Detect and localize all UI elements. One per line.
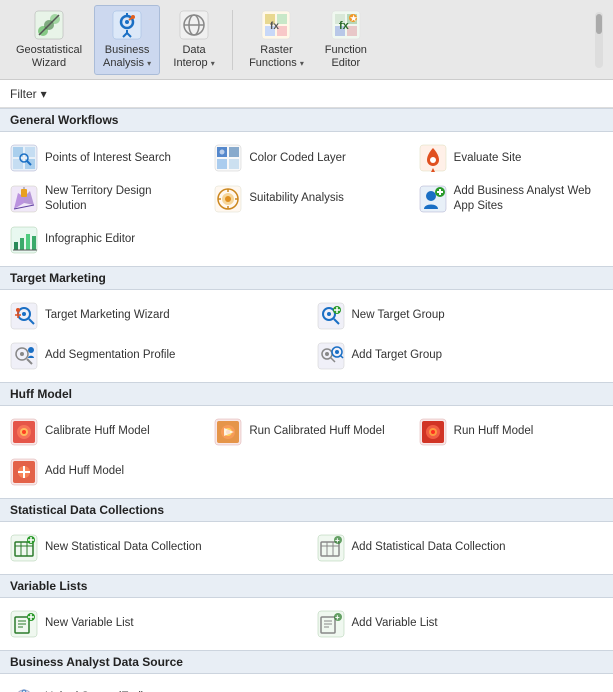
run-huff-label: Run Huff Model [454, 424, 534, 439]
color-coded-label: Color Coded Layer [249, 151, 346, 166]
data-source-icon [10, 684, 38, 692]
run-calibrated-huff-label: Run Calibrated Huff Model [249, 424, 384, 439]
add-target-label: Add Target Group [352, 348, 443, 363]
main-content: General Workflows Points of Interest Sea… [0, 108, 613, 692]
section-variable-lists: Variable Lists [0, 574, 613, 598]
new-variable-icon [10, 610, 38, 638]
add-ba-icon [419, 185, 447, 213]
svg-text:fx: fx [339, 20, 350, 32]
item-new-territory[interactable]: New Territory Design Solution [0, 178, 204, 220]
item-add-business-analyst[interactable]: Add Business Analyst Web App Sites [409, 178, 613, 220]
toolbar-raster-functions[interactable]: fx RasterFunctions ▾ [241, 5, 312, 75]
item-points-of-interest[interactable]: Points of Interest Search [0, 138, 204, 178]
filter-bar: Filter ▾ [0, 80, 613, 108]
item-add-segmentation-profile[interactable]: Add Segmentation Profile [0, 336, 307, 376]
section-statistical-data: Statistical Data Collections [0, 498, 613, 522]
add-target-icon [317, 342, 345, 370]
data-source-content: United States (Esri) Change data source [0, 674, 613, 692]
run-calibrated-huff-icon [214, 418, 242, 446]
statistical-data-grid: New Statistical Data Collection + Add St… [0, 522, 613, 574]
geostatistical-icon [33, 9, 65, 41]
variable-lists-grid: New Variable List + Add Variable List [0, 598, 613, 650]
item-add-statistical[interactable]: + Add Statistical Data Collection [307, 528, 613, 568]
item-run-calibrated-huff[interactable]: Run Calibrated Huff Model [204, 412, 408, 452]
data-source-item: United States (Esri) [10, 680, 603, 692]
section-huff-model: Huff Model [0, 382, 613, 406]
general-workflows-grid: Points of Interest Search Color Coded La… [0, 132, 613, 266]
function-editor-icon: fx ★ [330, 9, 362, 41]
evaluate-site-icon [419, 144, 447, 172]
svg-text:+: + [335, 536, 340, 545]
calibrate-huff-icon [10, 418, 38, 446]
color-coded-icon [214, 144, 242, 172]
add-variable-label: Add Variable List [352, 616, 438, 631]
geostatistical-label: GeostatisticalWizard [16, 44, 82, 70]
territory-label: New Territory Design Solution [45, 184, 194, 214]
function-editor-label: FunctionEditor [325, 44, 367, 70]
territory-icon [10, 185, 38, 213]
raster-functions-label: RasterFunctions ▾ [249, 44, 304, 70]
data-interop-icon [178, 9, 210, 41]
new-target-icon [317, 302, 345, 330]
new-target-label: New Target Group [352, 308, 445, 323]
poi-label: Points of Interest Search [45, 151, 171, 166]
item-new-statistical[interactable]: New Statistical Data Collection [0, 528, 307, 568]
toolbar-geostatistical[interactable]: GeostatisticalWizard [8, 5, 90, 75]
item-infographic-editor[interactable]: Infographic Editor [0, 220, 204, 260]
item-target-marketing-wizard[interactable]: Target Marketing Wizard [0, 296, 307, 336]
filter-label: Filter [10, 87, 37, 101]
new-statistical-label: New Statistical Data Collection [45, 540, 202, 555]
add-statistical-label: Add Statistical Data Collection [352, 540, 506, 555]
svg-text:★: ★ [350, 14, 358, 23]
section-data-source: Business Analyst Data Source [0, 650, 613, 674]
item-color-coded-layer[interactable]: Color Coded Layer [204, 138, 408, 178]
add-statistical-icon: + [317, 534, 345, 562]
toolbar-data-interop[interactable]: DataInterop ▾ [164, 5, 224, 75]
svg-text:fx: fx [270, 21, 279, 32]
item-add-variable[interactable]: + Add Variable List [307, 604, 613, 644]
calibrate-huff-label: Calibrate Huff Model [45, 424, 150, 439]
business-analysis-icon [111, 9, 143, 41]
evaluate-site-label: Evaluate Site [454, 151, 522, 166]
svg-text:+: + [335, 613, 340, 622]
poi-icon [10, 144, 38, 172]
toolbar-divider-1 [232, 10, 233, 70]
add-huff-label: Add Huff Model [45, 464, 124, 479]
item-add-target-group[interactable]: Add Target Group [307, 336, 613, 376]
item-evaluate-site[interactable]: Evaluate Site [409, 138, 613, 178]
toolbar-function-editor[interactable]: fx ★ FunctionEditor [316, 5, 376, 75]
target-wizard-icon [10, 302, 38, 330]
item-add-huff[interactable]: Add Huff Model [0, 452, 204, 492]
toolbar-business-analysis[interactable]: BusinessAnalysis ▾ [94, 5, 160, 75]
target-marketing-grid: Target Marketing Wizard New Target Group [0, 290, 613, 382]
add-variable-icon: + [317, 610, 345, 638]
new-variable-label: New Variable List [45, 616, 134, 631]
item-new-variable[interactable]: New Variable List [0, 604, 307, 644]
infographic-label: Infographic Editor [45, 232, 135, 247]
item-suitability[interactable]: Suitability Analysis [204, 178, 408, 220]
filter-chevron-icon[interactable]: ▾ [41, 87, 47, 101]
run-huff-icon [419, 418, 447, 446]
add-ba-label: Add Business Analyst Web App Sites [454, 184, 603, 214]
segmentation-icon [10, 342, 38, 370]
business-analysis-label: BusinessAnalysis ▾ [103, 44, 151, 70]
raster-functions-icon: fx [260, 9, 292, 41]
suitability-label: Suitability Analysis [249, 191, 344, 206]
section-general-workflows: General Workflows [0, 108, 613, 132]
data-interop-label: DataInterop ▾ [173, 44, 214, 70]
huff-model-grid: Calibrate Huff Model Run Calibrated Huff… [0, 406, 613, 498]
toolbar: GeostatisticalWizard BusinessAnalysis ▾ [0, 0, 613, 80]
add-huff-icon [10, 458, 38, 486]
item-calibrate-huff[interactable]: Calibrate Huff Model [0, 412, 204, 452]
section-target-marketing: Target Marketing [0, 266, 613, 290]
new-statistical-icon [10, 534, 38, 562]
item-run-huff[interactable]: Run Huff Model [409, 412, 613, 452]
target-wizard-label: Target Marketing Wizard [45, 308, 170, 323]
suitability-icon [214, 185, 242, 213]
segmentation-label: Add Segmentation Profile [45, 348, 175, 363]
toolbar-scroll [593, 10, 605, 70]
infographic-icon [10, 226, 38, 254]
item-new-target-group[interactable]: New Target Group [307, 296, 613, 336]
